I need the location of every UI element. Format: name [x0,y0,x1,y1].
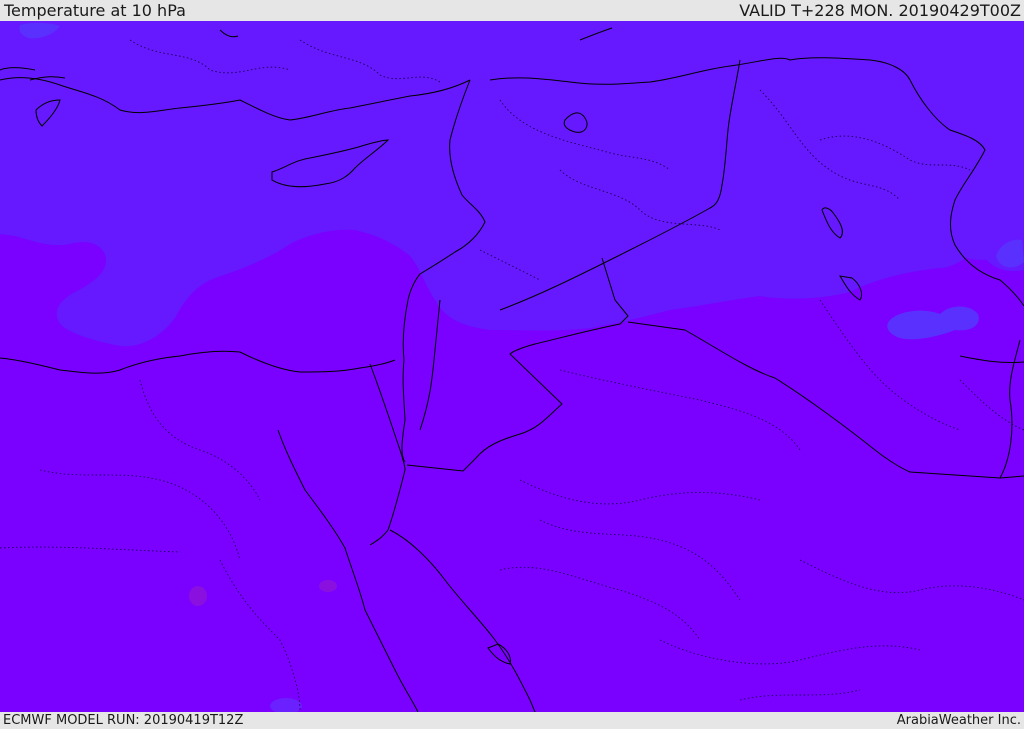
warm-spot-red-sea [319,580,337,592]
temperature-map [0,21,1024,712]
model-run-label: ECMWF MODEL RUN: 20190419T12Z [3,713,244,728]
valid-time: VALID T+228 MON. 20190429T00Z [739,1,1021,20]
warm-spot-egypt [189,586,207,606]
map-canvas [0,21,1024,712]
header-bar: Temperature at 10 hPa VALID T+228 MON. 2… [0,0,1024,21]
footer-bar: ECMWF MODEL RUN: 20190419T12Z ArabiaWeat… [0,712,1024,729]
map-title: Temperature at 10 hPa [4,1,186,20]
credit-label: ArabiaWeather Inc. [896,713,1021,728]
